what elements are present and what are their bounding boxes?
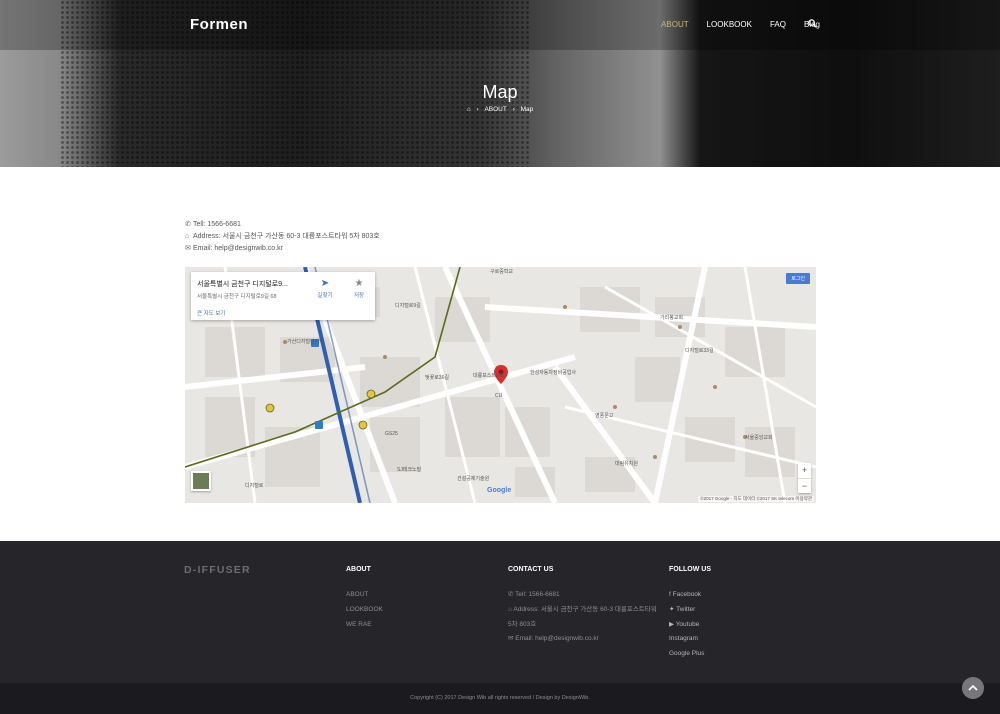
star-icon: ★ (354, 278, 364, 289)
zoom-in-button[interactable]: + (798, 463, 811, 478)
search-icon[interactable] (808, 19, 817, 28)
directions-button[interactable]: ➤ 길찾기 (311, 278, 339, 299)
footer-link-youtube[interactable]: ▶ Youtube (669, 618, 711, 633)
footer-contact-column: CONTACT US ✆ Tell: 1566-6681 ⌂ Address: … (508, 566, 658, 647)
footer-follow-column: FOLLOW US f Facebook ✦ Twitter ▶ Youtube… (669, 566, 711, 662)
contact-email: Email: help@designwib.co.kr (193, 245, 283, 252)
footer-link-twitter[interactable]: ✦ Twitter (669, 603, 711, 618)
footer-link-lookbook[interactable]: LOOKBOOK (346, 603, 383, 618)
map-label-technoville: SJ테크노빌 (397, 466, 422, 473)
copyright-text: Copyright (C) 2017 Design Wib all rights… (410, 695, 590, 701)
map-credit: ©2017 Google - 지도 데이터 ©2017 SK telecom 이… (698, 496, 814, 502)
youtube-icon: ▶ (669, 620, 676, 628)
footer-about-column: ABOUT ABOUT LOOKBOOK WE RAE (346, 566, 383, 632)
menu-item-lookbook[interactable]: LOOKBOOK (707, 20, 752, 29)
page: Formen ABOUT LOOKBOOK FAQ Blog Map ⌂ › A… (0, 0, 1000, 714)
save-button[interactable]: ★ 저장 (347, 278, 371, 299)
place-address: 서울특별시 금천구 디지털로9길 68 (197, 294, 277, 300)
directions-icon: ➤ (320, 278, 330, 289)
map-label-central-church: 서울중앙교회 (745, 434, 773, 441)
footer-link-about[interactable]: ABOUT (346, 588, 383, 603)
save-label: 저장 (353, 293, 365, 299)
envelope-icon: ✉ (185, 245, 191, 252)
page-title: Map (482, 82, 518, 102)
footer-link-we-rae[interactable]: WE RAE (346, 618, 383, 633)
footer-contact-title: CONTACT US (508, 566, 554, 573)
map-label-church: 가리봉교회 (660, 314, 683, 321)
map-label-cu: CU (495, 393, 503, 399)
contact-info: ✆ Tell: 1566-6681 ⌂ Address: 서울시 금천구 가산동 6… (185, 219, 380, 255)
footer-bottom-bar: Copyright (C) 2017 Design Wib all rights… (0, 683, 1000, 714)
map-place-card: 서울특별시 금천구 디지털로9... 서울특별시 금천구 디지털로9길 68 큰… (191, 272, 375, 320)
footer-brand: D-IFFUSER (184, 564, 251, 576)
footer-contact-address: Address: 서울시 금천구 가산동 60-3 대륭포스트타워 5차 803… (508, 605, 657, 628)
home-icon: ⌂ (185, 233, 190, 240)
contact-address: Address: 서울시 금천구 가산동 60-3 대륭포스트타워 5차 803… (193, 233, 380, 240)
map-label-bookstore: 영풍문고 (595, 412, 614, 419)
map-label-building: 대륭포스트5차 (473, 372, 504, 379)
menu-item-about[interactable]: ABOUT (661, 20, 689, 29)
footer: D-IFFUSER ABOUT ABOUT LOOKBOOK WE RAE CO… (0, 541, 1000, 683)
top-navbar: Formen ABOUT LOOKBOOK FAQ Blog (0, 0, 1000, 50)
satellite-toggle[interactable] (191, 471, 211, 491)
breadcrumb: ⌂ › ABOUT › Map (466, 106, 534, 113)
contact-tel: Tell: 1566-6681 (193, 221, 241, 228)
map-label-gs25: GS25 (385, 431, 398, 437)
google-logo: Google (487, 487, 512, 494)
map-label-station: 가산디지털단지역 (287, 338, 324, 345)
map-label-institute: 건설공제기술원 (457, 475, 490, 482)
directions-label: 길찾기 (317, 293, 333, 299)
map-label-road-3: 디지털로33길 (685, 347, 714, 354)
site-logo[interactable]: Formen (190, 16, 248, 33)
map-label-kindergarten: 대림유치원 (615, 460, 638, 467)
breadcrumb-item-current: Map (520, 106, 534, 113)
map-label-school: 구로중학교 (490, 268, 513, 275)
map-label-road-4: 디지털로 (245, 482, 264, 489)
footer-contact-email: Email: help@designwib.co.kr (515, 635, 599, 643)
footer-link-google-plus[interactable]: Google Plus (669, 647, 711, 662)
phone-icon: ✆ (185, 221, 191, 228)
footer-follow-title: FOLLOW US (669, 566, 711, 573)
hero-banner: Formen ABOUT LOOKBOOK FAQ Blog Map ⌂ › A… (0, 0, 1000, 167)
main-menu: ABOUT LOOKBOOK FAQ Blog (643, 20, 820, 29)
zoom-out-button[interactable]: − (798, 478, 811, 493)
place-title: 서울특별시 금천구 디지털로9... (197, 281, 288, 288)
zoom-controls: + − (798, 463, 811, 493)
footer-about-title: ABOUT (346, 566, 371, 573)
menu-item-faq[interactable]: FAQ (770, 20, 786, 29)
map-label-road-1: 디지털로9길 (395, 302, 421, 309)
map-label-road-2: 벚꽃로36길 (425, 374, 449, 381)
footer-contact-tel: Tell: 1566-6681 (515, 591, 560, 598)
footer-link-facebook[interactable]: f Facebook (669, 588, 711, 603)
google-map[interactable]: 가산디지털단지역 디지털로9길 벚꽃로36길 대륭포스트5차 CU GS25 영… (185, 267, 816, 503)
view-larger-map-link[interactable]: 큰 지도 보기 (197, 309, 225, 317)
breadcrumb-item-about[interactable]: ABOUT (484, 106, 506, 113)
map-label-garage: 한성자동차정비공업사 (530, 369, 576, 376)
scroll-to-top-button[interactable] (962, 677, 984, 699)
map-signin-button[interactable]: 로그인 (786, 273, 810, 284)
footer-link-instagram[interactable]: Instagram (669, 632, 711, 647)
home-icon[interactable]: ⌂ (467, 106, 471, 113)
